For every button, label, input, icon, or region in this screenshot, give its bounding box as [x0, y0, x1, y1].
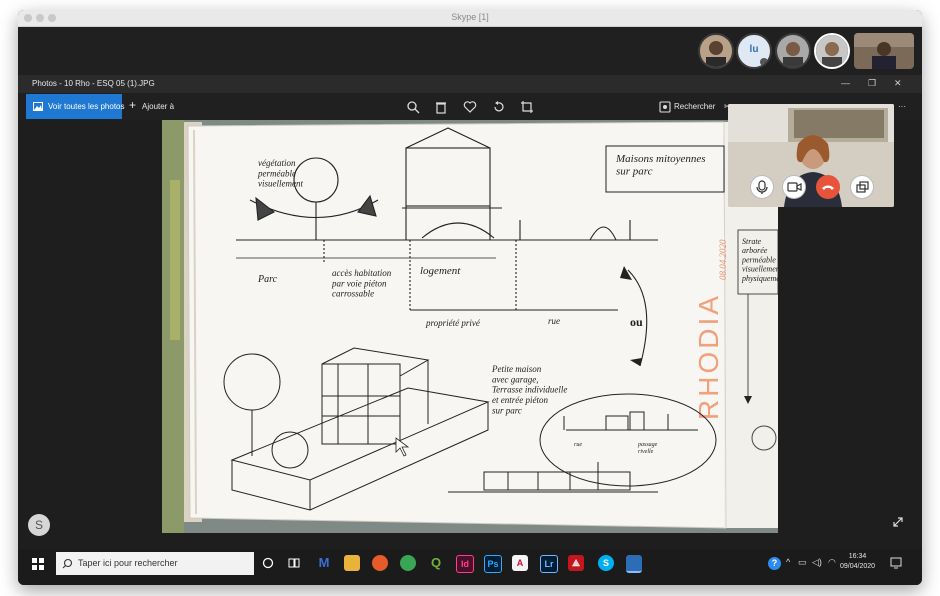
photos-icon: [33, 102, 43, 111]
label-rue: rue: [548, 316, 560, 326]
video-toggle-button[interactable]: [782, 175, 806, 199]
participant-avatar-1[interactable]: [698, 33, 734, 69]
participant-initials: lu: [749, 44, 759, 55]
skype-floating-icon[interactable]: S: [28, 514, 50, 536]
minimize-icon[interactable]: —: [841, 78, 850, 88]
add-icon[interactable]: +: [129, 98, 136, 112]
rotate-icon[interactable]: [492, 100, 506, 114]
photos-titlebar: Photos - 10 Rho - ESQ 05 (1).JPG — ❐ ✕: [18, 75, 922, 93]
see-all-photos-button[interactable]: Voir toutes les photos: [26, 94, 125, 119]
participant-avatar-4[interactable]: [814, 33, 850, 69]
label-parc: Parc: [257, 274, 278, 285]
more-options-icon[interactable]: ···: [898, 102, 906, 111]
mac-titlebar: Skype [1]: [18, 10, 922, 27]
file-explorer-icon[interactable]: [344, 555, 360, 571]
camera-icon: [787, 182, 802, 192]
zoom-icon[interactable]: [406, 100, 420, 114]
window-title: Skype [1]: [451, 12, 489, 22]
task-view-icon[interactable]: [288, 557, 300, 569]
taskbar-search-placeholder: Taper ici pour rechercher: [78, 558, 178, 568]
photos-title: Photos - 10 Rho - ESQ 05 (1).JPG: [32, 79, 155, 88]
photos-taskbar-icon[interactable]: [626, 555, 642, 573]
photoshop-icon[interactable]: Ps: [484, 555, 502, 573]
label-rhodia: RHODIA: [693, 293, 724, 420]
skype-taskbar-icon[interactable]: S: [598, 555, 614, 571]
restore-icon[interactable]: ❐: [868, 78, 876, 89]
pop-out-button[interactable]: [850, 175, 874, 199]
participant-video-5[interactable]: [854, 33, 914, 69]
pop-out-icon: [856, 181, 869, 193]
search-icon: [62, 558, 73, 569]
label-rue-small: rue: [574, 442, 582, 448]
mute-mic-button[interactable]: [750, 175, 774, 199]
label-date: 08.04.2020: [718, 239, 728, 280]
lightroom-icon[interactable]: Lr: [540, 555, 558, 573]
crop-icon[interactable]: [520, 100, 534, 114]
participant-avatar-3[interactable]: [775, 33, 811, 69]
label-logement: logement: [420, 265, 461, 277]
see-all-photos-label: Voir toutes les photos: [48, 102, 125, 111]
volume-icon[interactable]: ◁): [812, 557, 822, 568]
taskbar-clock[interactable]: 16:34 09/04/2020: [840, 552, 875, 572]
label-ou: ou: [630, 315, 643, 329]
expand-icon[interactable]: [893, 517, 903, 527]
label-propriete: propriété privé: [425, 318, 481, 328]
add-to-button[interactable]: Ajouter à: [142, 102, 174, 111]
clock-time: 16:34: [848, 553, 867, 560]
search-photos-button[interactable]: Rechercher: [674, 102, 715, 111]
delete-icon[interactable]: [434, 100, 448, 114]
close-icon[interactable]: ✕: [894, 78, 902, 89]
favorite-icon[interactable]: [463, 100, 477, 114]
search-photos-icon[interactable]: [658, 100, 672, 114]
chrome-icon[interactable]: [400, 555, 416, 571]
skype-window: Skype [1] lu Photos - 10 Rho - ESQ 05 (1…: [18, 10, 922, 585]
cortana-icon[interactable]: [262, 557, 274, 569]
participants-bar: lu: [18, 27, 922, 75]
acrobat-icon[interactable]: ⟁: [568, 555, 584, 571]
chevron-up-icon[interactable]: ^: [786, 557, 790, 567]
autocad-icon[interactable]: A: [512, 555, 528, 571]
app-m-icon[interactable]: M: [316, 555, 332, 571]
hang-up-icon: [822, 185, 834, 190]
call-popup[interactable]: [728, 104, 894, 207]
firefox-icon[interactable]: [372, 555, 388, 571]
taskbar-search-input[interactable]: Taper ici pour rechercher: [56, 552, 254, 575]
mute-badge-icon: [760, 58, 768, 66]
qgis-icon[interactable]: Q: [428, 555, 444, 571]
notifications-icon[interactable]: [890, 557, 902, 569]
indesign-icon[interactable]: Id: [456, 555, 474, 573]
windows-start-icon[interactable]: [32, 558, 44, 570]
help-icon[interactable]: ?: [768, 557, 781, 570]
clock-date: 09/04/2020: [840, 563, 876, 570]
microphone-icon: [756, 180, 768, 194]
hang-up-button[interactable]: [816, 175, 840, 199]
participant-avatar-2[interactable]: lu: [736, 33, 772, 69]
network-icon[interactable]: ▭: [798, 557, 807, 568]
wifi-icon[interactable]: ◠: [828, 557, 836, 568]
windows-taskbar: Taper ici pour rechercher M Q Id Ps A Lr…: [18, 549, 922, 585]
